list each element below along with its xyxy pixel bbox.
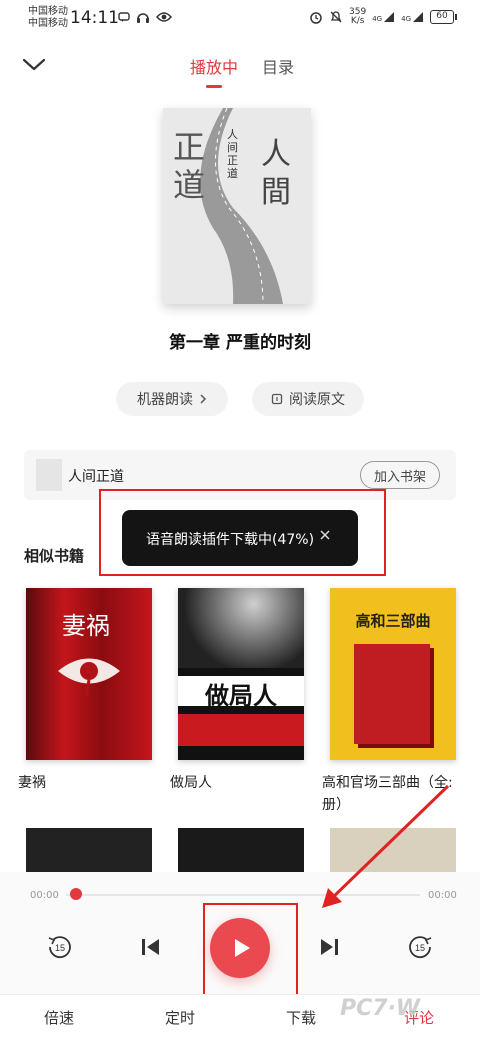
book-cover-3-text: 高和三部曲	[355, 612, 431, 630]
eye-illustration	[58, 658, 120, 696]
book-cover-4[interactable]	[26, 828, 152, 878]
annotation-box	[99, 489, 386, 576]
cover-band	[178, 714, 304, 746]
book-thumbnail	[36, 459, 62, 491]
book-cover-1-text: 妻祸	[62, 612, 110, 640]
machine-read-button[interactable]: 机器朗读	[116, 382, 228, 416]
eye-icon	[156, 12, 172, 22]
tab-catalog[interactable]: 目录	[262, 54, 294, 78]
chess-illustration	[178, 588, 304, 668]
forward-seconds: 15	[415, 943, 425, 953]
add-to-shelf-button[interactable]: 加入书架	[360, 461, 440, 489]
progress-knob[interactable]	[70, 888, 82, 900]
watermark: PC7·W	[340, 996, 421, 1021]
cover-text-left: 正道	[173, 128, 206, 204]
cover-text-right: 人間	[261, 137, 291, 210]
status-icons-right: 359 K/s 4G 4G 60	[309, 8, 457, 26]
book-cover-2[interactable]: 做局人	[178, 588, 304, 760]
net-speed-unit: K/s	[350, 16, 365, 26]
status-bar: 中国移动 中国移动 14:11 359 K/s 4G 4G 60	[0, 0, 480, 36]
carrier-labels: 中国移动 中国移动	[28, 6, 68, 30]
book-cover-1[interactable]: 妻祸	[26, 588, 152, 760]
signal-icon	[384, 12, 395, 22]
read-original-button[interactable]: 阅读原文	[252, 382, 364, 416]
time-total: 00:00	[428, 890, 457, 901]
progress-track[interactable]	[66, 894, 420, 896]
book-title-1[interactable]: 妻祸	[18, 772, 46, 794]
book-cover-5[interactable]	[178, 828, 304, 878]
signal-1: 4G	[372, 11, 395, 23]
book-title-3[interactable]: 高和官场三部曲（全: 册）	[322, 772, 472, 816]
book-title-2[interactable]: 做局人	[170, 772, 212, 794]
annotation-box	[203, 903, 298, 1000]
next-icon[interactable]	[314, 932, 344, 962]
carrier-2: 中国移动	[28, 18, 68, 29]
tab-bar: 播放中 目录	[190, 54, 294, 88]
signal-2-label: 4G	[401, 15, 411, 23]
message-icon	[118, 12, 130, 22]
book-icon	[271, 393, 283, 405]
status-icons-left	[118, 10, 172, 24]
rewind-seconds: 15	[55, 943, 65, 953]
tab-playing[interactable]: 播放中	[190, 54, 238, 88]
battery-indicator: 60	[430, 10, 457, 24]
signal-1-label: 4G	[372, 15, 383, 23]
previous-icon[interactable]	[136, 932, 166, 962]
book-name: 人间正道	[68, 469, 124, 485]
read-original-label: 阅读原文	[289, 392, 345, 408]
signal-2: 4G	[401, 11, 424, 23]
speed-button[interactable]: 倍速	[44, 1007, 74, 1028]
mute-icon	[330, 11, 342, 23]
boxset-illustration	[354, 644, 430, 744]
download-button[interactable]: 下载	[286, 1007, 316, 1028]
net-speed: 359 K/s	[349, 8, 366, 26]
book-cover-6[interactable]	[330, 828, 456, 878]
book-cover-3[interactable]: 高和三部曲	[330, 588, 456, 760]
book-cover: 正道 人间正道 人間	[163, 108, 311, 304]
chevron-down-icon[interactable]	[20, 52, 48, 76]
machine-read-label: 机器朗读	[137, 392, 193, 408]
time-current: 00:00	[30, 890, 59, 901]
headphone-icon	[137, 13, 149, 23]
chapter-title: 第一章 严重的时刻	[169, 333, 311, 353]
timer-button[interactable]: 定时	[165, 1007, 195, 1028]
clock: 14:11	[70, 8, 119, 28]
signal-icon	[413, 12, 423, 22]
similar-books-title: 相似书籍	[24, 547, 85, 565]
chevron-right-icon	[200, 394, 207, 404]
cover-text-center: 人间正道	[227, 128, 238, 180]
book-cover-2-text: 做局人	[178, 676, 304, 710]
alarm-icon	[310, 12, 322, 24]
carrier-1: 中国移动	[28, 6, 68, 17]
forward-15-icon[interactable]: 15	[405, 932, 435, 962]
rewind-15-icon[interactable]: 15	[45, 932, 75, 962]
